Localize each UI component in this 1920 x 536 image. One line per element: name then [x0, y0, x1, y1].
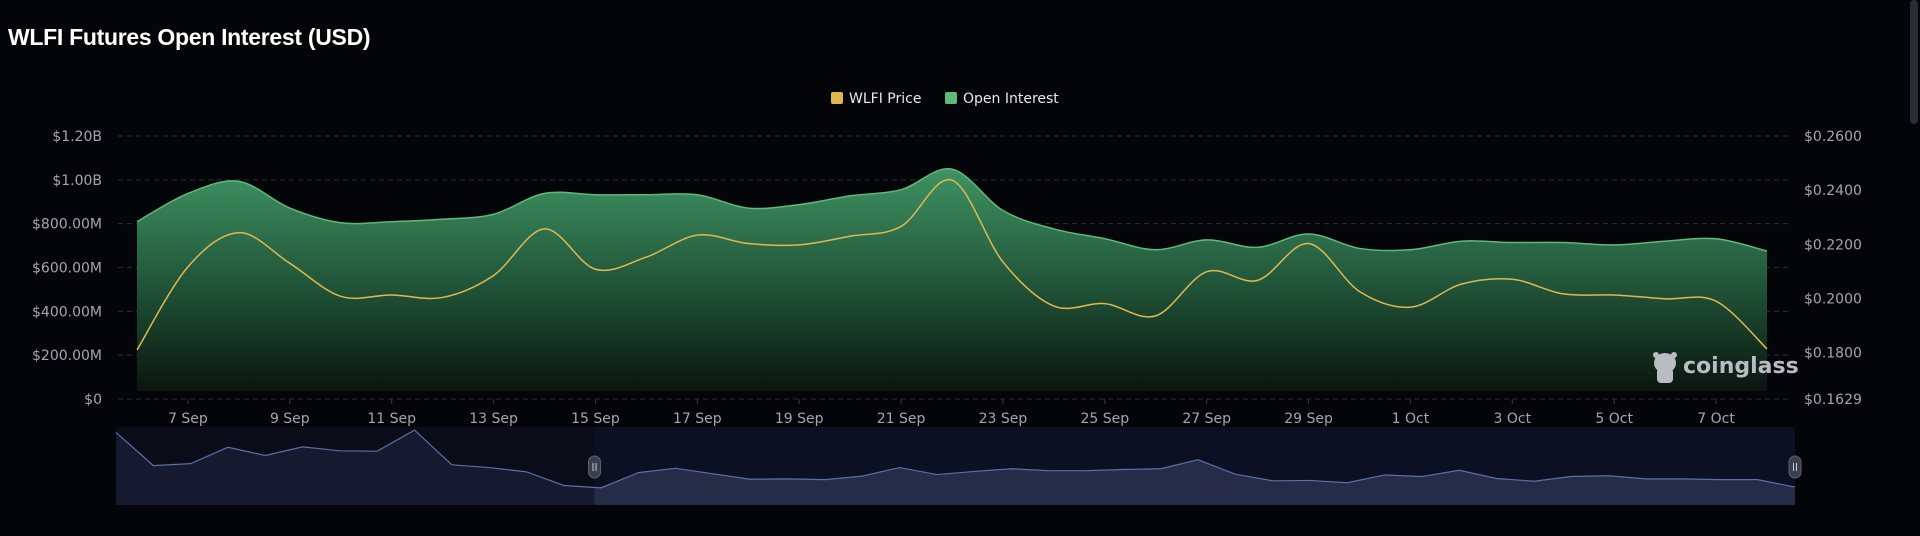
left-tick-label: $1.00B [52, 173, 102, 189]
left-tick-label: $400.00M [32, 304, 102, 320]
x-axis: 7 Sep 9 Sep 11 Sep 13 Sep 15 Sep 17 Sep 19 Sep… [168, 399, 1735, 427]
x-tick-label: 1 Oct [1392, 411, 1430, 427]
x-tick-label: 25 Sep [1080, 411, 1129, 427]
navigator[interactable] [115, 427, 1802, 505]
legend-label-price: WLFI Price [849, 91, 921, 107]
legend-item-open-interest[interactable]: Open Interest [945, 91, 1059, 107]
navigator-right-handle[interactable] [1788, 455, 1802, 479]
x-tick-label: 3 Oct [1494, 411, 1532, 427]
x-tick-label: 27 Sep [1182, 411, 1231, 427]
open-interest-area [137, 168, 1767, 391]
legend-swatch-price [831, 92, 843, 104]
scrollbar[interactable] [1910, 0, 1918, 124]
navigator-left-handle[interactable] [588, 455, 602, 479]
x-tick-label: 15 Sep [571, 411, 620, 427]
right-tick-label: $0.2200 [1804, 237, 1862, 253]
x-tick-label: 7 Oct [1697, 411, 1735, 427]
x-tick-label: 23 Sep [979, 411, 1028, 427]
right-tick-label: $0.2400 [1804, 183, 1862, 199]
left-tick-label: $0 [84, 392, 102, 408]
legend: WLFI Price Open Interest [831, 91, 1059, 107]
x-tick-label: 17 Sep [673, 411, 722, 427]
plot-area [136, 168, 1768, 391]
x-tick-label: 9 Sep [270, 411, 310, 427]
x-tick-label: 5 Oct [1595, 411, 1633, 427]
right-tick-label: $0.2600 [1804, 129, 1862, 145]
legend-swatch-open-interest [945, 92, 957, 104]
open-interest-chart: WLFI Price Open Interest $0 $200.00M $400.… [32, 91, 1862, 505]
x-tick-label: 7 Sep [168, 411, 208, 427]
left-axis: $0 $200.00M $400.00M $600.00M $800.00M $1.00B… [32, 129, 102, 408]
left-tick-label: $1.20B [52, 129, 102, 145]
legend-item-price[interactable]: WLFI Price [831, 91, 921, 107]
right-tick-label: $0.2000 [1804, 292, 1862, 308]
x-tick-label: 11 Sep [367, 411, 416, 427]
left-tick-label: $600.00M [32, 261, 102, 277]
x-tick-label: 13 Sep [469, 411, 518, 427]
x-tick-label: 29 Sep [1284, 411, 1333, 427]
x-tick-label: 19 Sep [775, 411, 824, 427]
right-tick-label: $0.1800 [1804, 346, 1862, 362]
right-axis: $0.1629 $0.1800 $0.2000 $0.2200 $0.2400 $0.26… [1804, 129, 1862, 408]
watermark-text: coinglass [1683, 354, 1799, 379]
left-tick-label: $800.00M [32, 217, 102, 233]
x-tick-label: 21 Sep [877, 411, 926, 427]
left-tick-label: $200.00M [32, 348, 102, 364]
legend-label-open-interest: Open Interest [963, 91, 1059, 107]
right-tick-label: $0.1629 [1804, 392, 1862, 408]
